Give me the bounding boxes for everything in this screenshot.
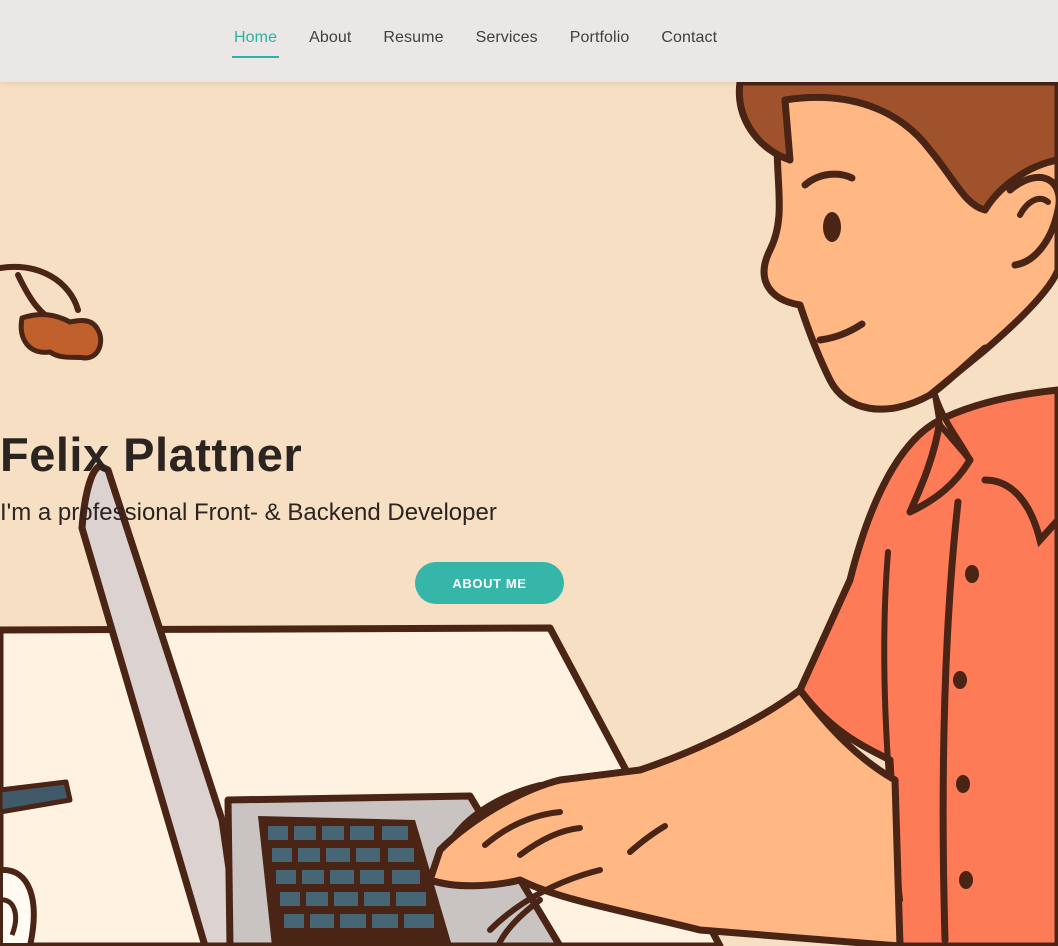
top-navbar: Home About Resume Services Portfolio Con… <box>0 0 1058 82</box>
nav-about-link[interactable]: About <box>309 29 351 47</box>
nav-portfolio-link[interactable]: Portfolio <box>570 29 630 47</box>
page: Home About Resume Services Portfolio Con… <box>0 0 1058 946</box>
nav-resume-link[interactable]: Resume <box>383 29 443 47</box>
hero-subtitle: I'm a professional Front- & Backend Deve… <box>0 499 497 526</box>
nav-services-link[interactable]: Services <box>476 29 538 47</box>
about-me-button[interactable]: ABOUT ME <box>415 562 564 604</box>
nav-home-link[interactable]: Home <box>231 29 280 58</box>
main-nav: Home About Resume Services Portfolio Con… <box>231 29 749 58</box>
nav-contact-link[interactable]: Contact <box>661 29 717 47</box>
hero-section: Felix Plattner I'm a professional Front-… <box>0 82 1058 946</box>
hero-title: Felix Plattner <box>0 428 303 481</box>
